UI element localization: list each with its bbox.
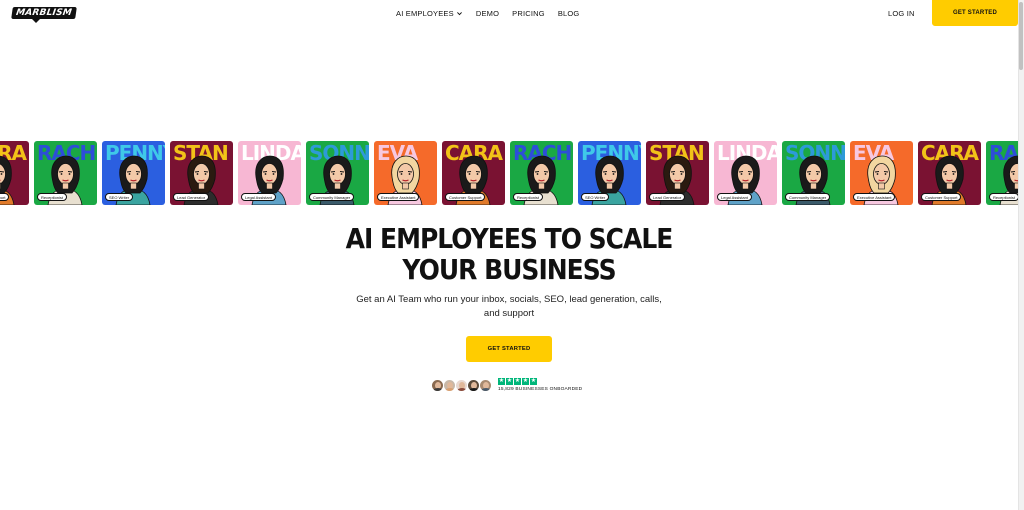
employee-card-rachel[interactable]: RACHELReceptionist bbox=[34, 141, 97, 205]
login-link[interactable]: LOG IN bbox=[888, 9, 915, 18]
nav-blog[interactable]: BLOG bbox=[558, 9, 580, 18]
nav-ai-employees[interactable]: AI EMPLOYEES bbox=[396, 9, 463, 18]
main-menu: AI EMPLOYEES DEMO PRICING BLOG bbox=[396, 0, 592, 26]
employee-card-sonny[interactable]: SONNYCommunity Manager bbox=[782, 141, 845, 205]
employee-role-badge: Receptionist bbox=[513, 193, 544, 201]
employee-role-badge: Receptionist bbox=[37, 193, 68, 201]
employee-role-badge: Executive Assistant bbox=[853, 193, 896, 201]
employee-role-badge: Lead Generator bbox=[649, 193, 686, 201]
top-navigation: MARBLISM AI EMPLOYEES DEMO PRICING BLOG … bbox=[0, 0, 1018, 26]
employee-card-stan[interactable]: STAN Lead Generator bbox=[646, 141, 709, 205]
star-icon: ★ bbox=[522, 378, 529, 385]
employee-card-cara[interactable]: CARACustomer Support bbox=[442, 141, 505, 205]
businesses-onboarded-text: 15,829 BUSINESSES ONBOARDED bbox=[498, 387, 583, 392]
employee-card-eva[interactable]: EVA Executive Assistant bbox=[374, 141, 437, 205]
hero-subtitle-line-2: and support bbox=[483, 308, 535, 319]
employee-card-rachel[interactable]: RACHELReceptionist bbox=[510, 141, 573, 205]
employee-card-cara[interactable]: CARACustomer Support bbox=[0, 141, 29, 205]
employee-role-badge: Customer Support bbox=[445, 193, 486, 201]
get-started-button-header[interactable]: GET STARTED bbox=[932, 0, 1018, 26]
nav-demo[interactable]: DEMO bbox=[476, 9, 499, 18]
employee-role-badge: SEO Writer bbox=[581, 193, 610, 201]
employee-card-sonny[interactable]: SONNYCommunity Manager bbox=[306, 141, 369, 205]
nav-pricing[interactable]: PRICING bbox=[512, 9, 545, 18]
chevron-down-icon bbox=[456, 11, 462, 15]
hero-headline-line-1: AI EMPLOYEES TO SCALE bbox=[345, 222, 674, 255]
nav-pricing-label: PRICING bbox=[512, 8, 545, 18]
page-scrollbar[interactable] bbox=[1018, 0, 1024, 510]
star-icon: ★ bbox=[498, 378, 505, 385]
employee-card-rachel[interactable]: RACHELReceptionist bbox=[986, 141, 1018, 205]
trustpilot-rating: ★ ★ ★ ★ ★ 15,829 BUSINESSES ONBOARDED bbox=[498, 378, 582, 392]
employee-role-badge: Lead Generator bbox=[173, 193, 210, 201]
scrollbar-thumb[interactable] bbox=[1019, 2, 1023, 70]
nav-ai-employees-label: AI EMPLOYEES bbox=[396, 8, 454, 18]
employee-card-stan[interactable]: STAN Lead Generator bbox=[170, 141, 233, 205]
employee-card-linda[interactable]: LINDA Legal Assistant bbox=[238, 141, 301, 205]
social-proof: ★ ★ ★ ★ ★ 15,829 BUSINESSES ONBOARDED bbox=[431, 376, 582, 394]
employee-card-eva[interactable]: EVA Executive Assistant bbox=[850, 141, 913, 205]
employee-role-badge: Executive Assistant bbox=[377, 193, 420, 201]
employee-role-badge: Customer Support bbox=[921, 193, 962, 201]
employee-card-cara[interactable]: CARACustomer Support bbox=[918, 141, 981, 205]
employee-card-penny[interactable]: PENNYSEO Writer bbox=[578, 141, 641, 205]
ai-employee-carousel: CARACustomer SupportRACHELReceptionistPE… bbox=[0, 141, 1018, 205]
logo-text: MARBLISM bbox=[11, 7, 77, 19]
nav-blog-label: BLOG bbox=[557, 8, 580, 18]
employee-role-badge: SEO Writer bbox=[105, 193, 134, 201]
employee-role-badge: Legal Assistant bbox=[241, 193, 276, 201]
hero-headline-line-2: YOUR BUSINESS bbox=[402, 253, 616, 286]
customer-avatar bbox=[479, 378, 492, 392]
get-started-button-hero[interactable]: GET STARTED bbox=[466, 336, 552, 362]
employee-role-badge: Community Manager bbox=[309, 193, 355, 201]
logo-speech-tail bbox=[32, 19, 40, 23]
employee-role-badge: Community Manager bbox=[785, 193, 831, 201]
marblism-logo[interactable]: MARBLISM bbox=[11, 6, 77, 23]
star-icon: ★ bbox=[514, 378, 521, 385]
star-icon: ★ bbox=[506, 378, 513, 385]
employee-role-badge: Receptionist bbox=[989, 193, 1018, 201]
employee-card-penny[interactable]: PENNYSEO Writer bbox=[102, 141, 165, 205]
employee-role-badge: Legal Assistant bbox=[717, 193, 752, 201]
rating-stars: ★ ★ ★ ★ ★ bbox=[498, 378, 582, 385]
nav-demo-label: DEMO bbox=[475, 8, 500, 18]
star-icon: ★ bbox=[530, 378, 537, 385]
employee-card-linda[interactable]: LINDA Legal Assistant bbox=[714, 141, 777, 205]
hero-subtitle-line-1: Get an AI Team who run your inbox, socia… bbox=[356, 294, 662, 305]
